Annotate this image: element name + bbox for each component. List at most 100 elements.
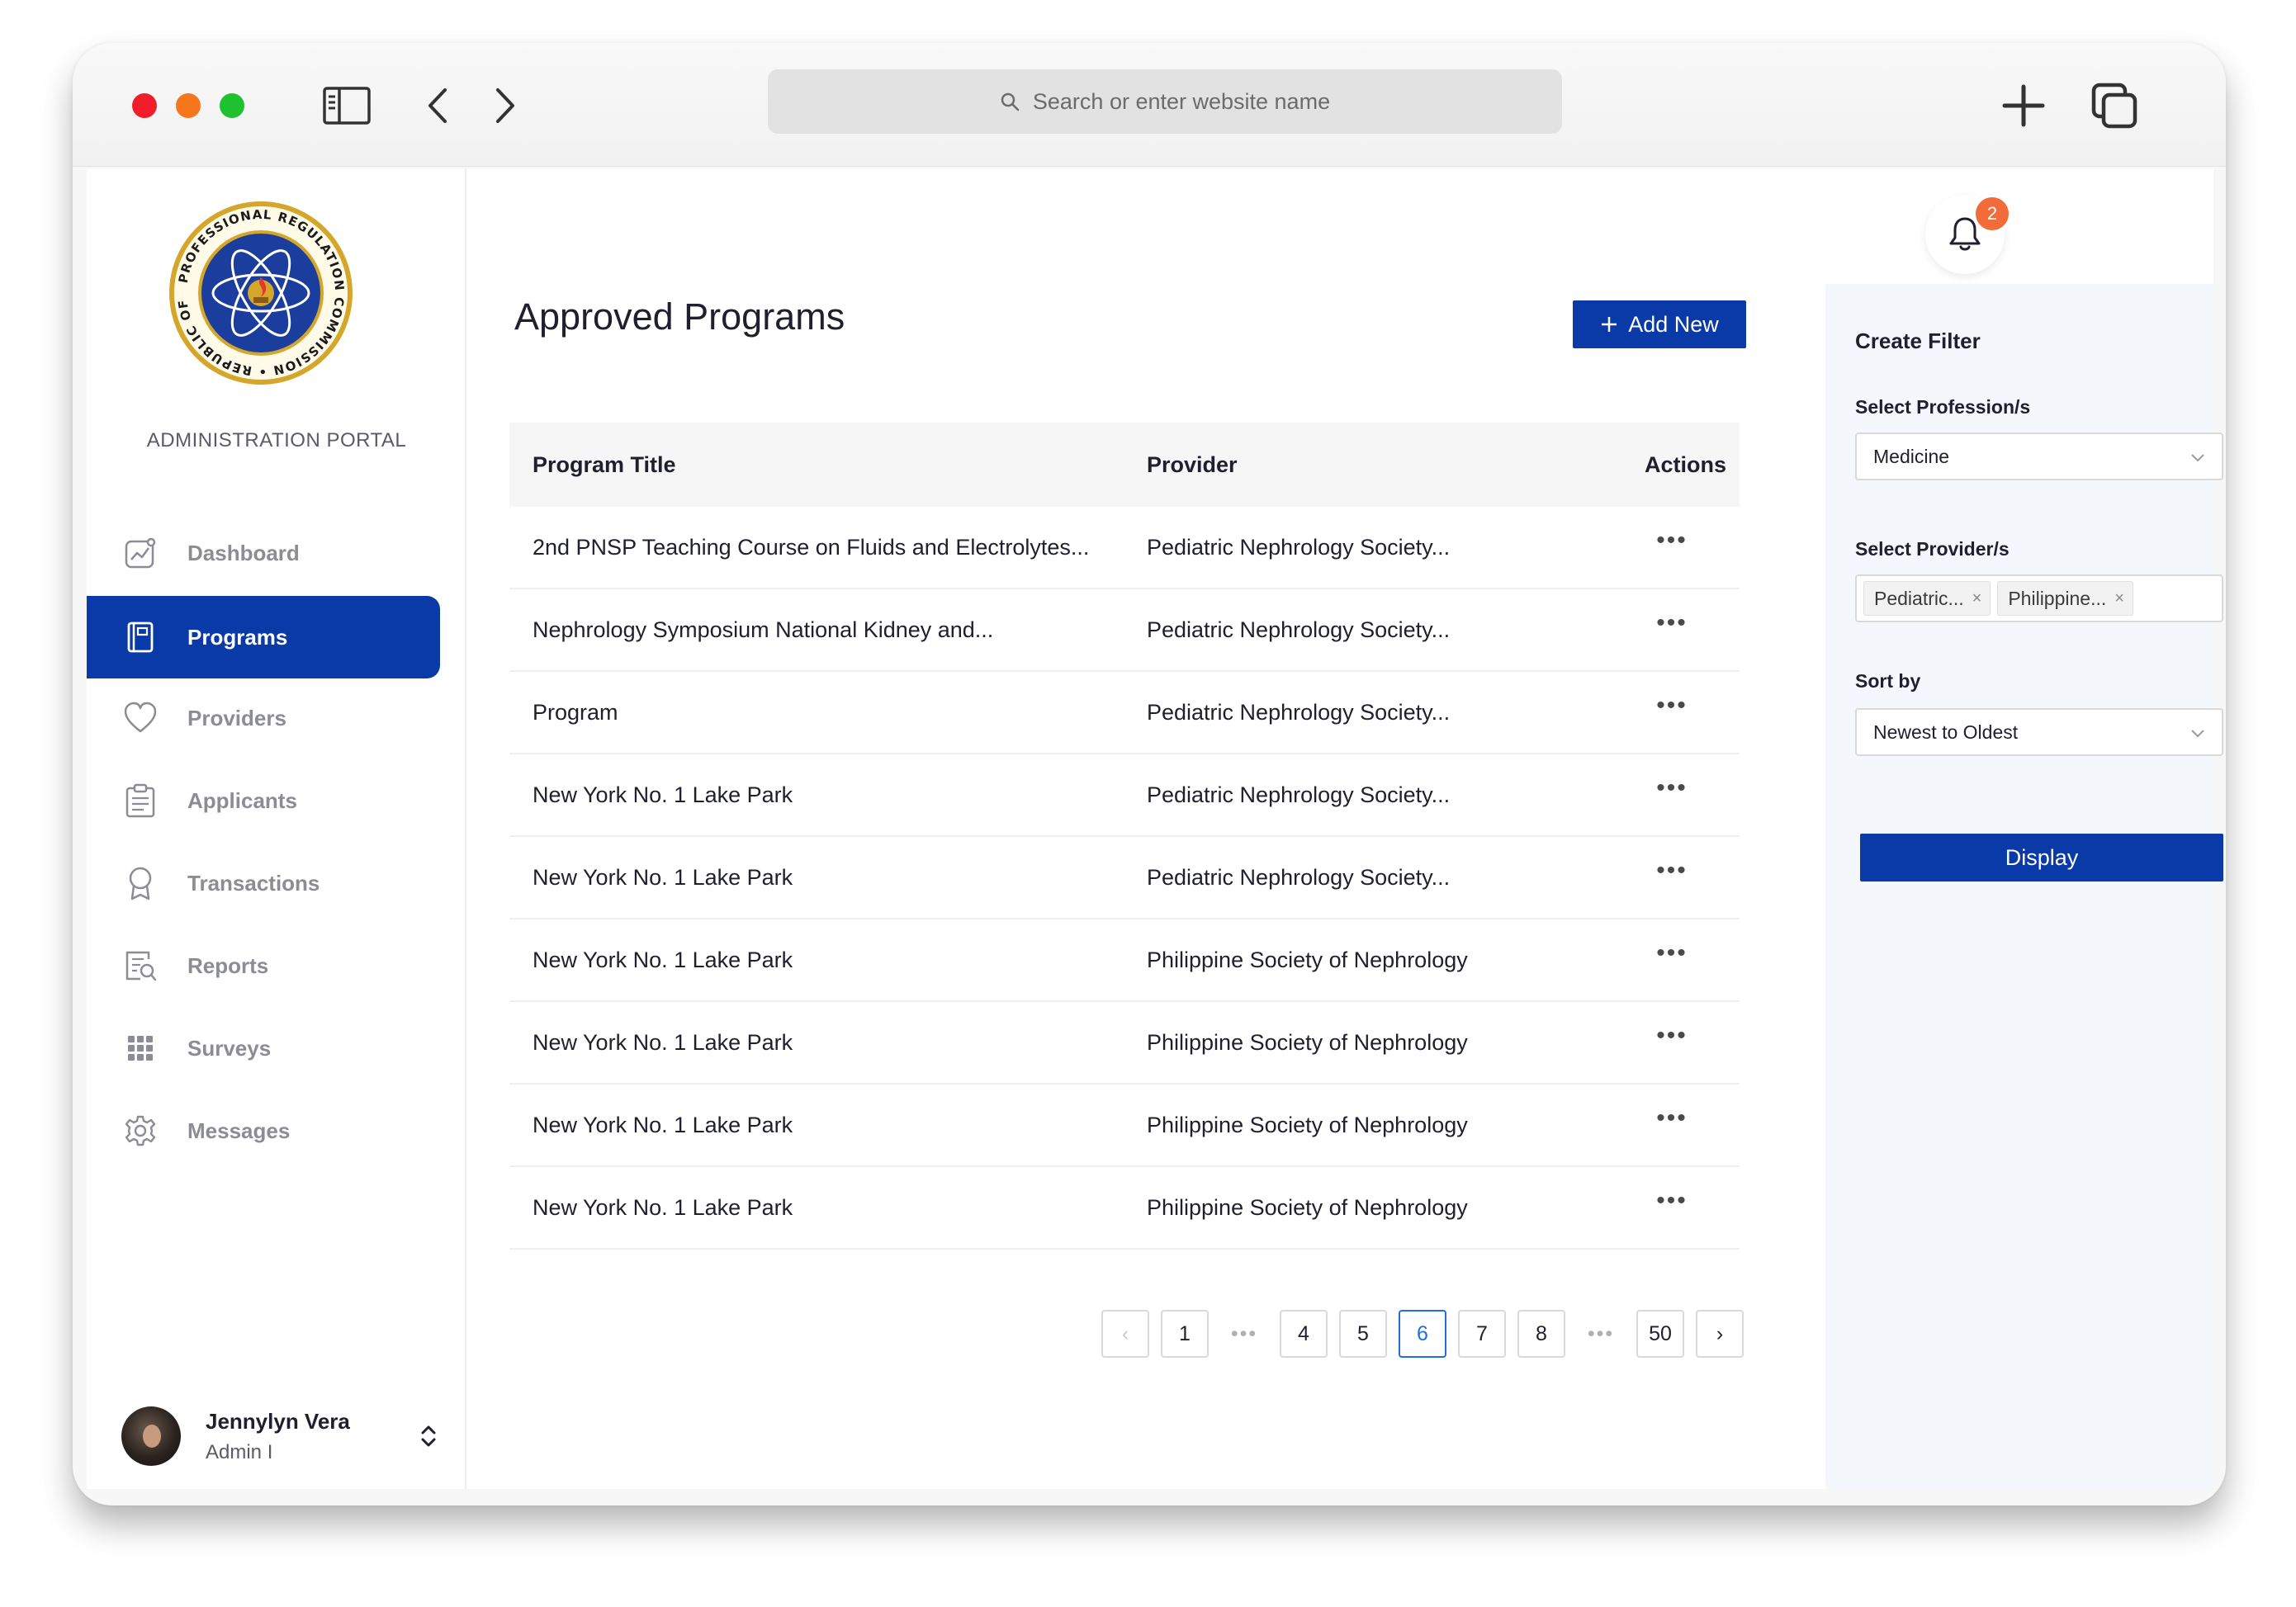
actions-cell: ••• bbox=[1621, 611, 1740, 636]
browser-window: Search or enter website name PROFESSIONA… bbox=[73, 43, 2226, 1505]
page-button-6[interactable]: 6 bbox=[1399, 1310, 1446, 1358]
pagination-ellipsis[interactable]: ••• bbox=[1220, 1322, 1268, 1346]
minimize-window-button[interactable] bbox=[176, 93, 201, 118]
provider-cell: Pediatric Nephrology Society... bbox=[1147, 617, 1451, 642]
remove-tag-icon[interactable]: × bbox=[2114, 589, 2124, 608]
provider-cell: Philippine Society of Nephrology bbox=[1147, 1112, 1468, 1137]
provider-tag: Philippine... × bbox=[1997, 581, 2133, 616]
provider-cell: Pediatric Nephrology Society... bbox=[1147, 864, 1451, 890]
maximize-window-button[interactable] bbox=[220, 93, 244, 118]
chevron-down-icon bbox=[2191, 730, 2204, 738]
add-new-button[interactable]: Add New bbox=[1573, 300, 1746, 348]
profession-select[interactable]: Medicine bbox=[1855, 432, 2223, 480]
chart-icon bbox=[123, 536, 158, 570]
program-title-cell: Nephrology Symposium National Kidney and… bbox=[533, 617, 994, 642]
provider-cell: Philippine Society of Nephrology bbox=[1147, 1029, 1468, 1055]
provider-multiselect[interactable]: Pediatric... × Philippine... × bbox=[1855, 574, 2223, 622]
table-row[interactable]: New York No. 1 Lake Park Pediatric Nephro… bbox=[509, 837, 1740, 919]
actions-cell: ••• bbox=[1621, 1189, 1740, 1213]
table-row[interactable]: New York No. 1 Lake Park Philippine Socie… bbox=[509, 919, 1740, 1002]
sidebar-item-label: Dashboard bbox=[187, 540, 300, 565]
heart-icon bbox=[123, 701, 158, 735]
prev-page-button[interactable]: ‹ bbox=[1101, 1310, 1149, 1358]
book-icon bbox=[123, 620, 158, 655]
actions-cell: ••• bbox=[1621, 858, 1740, 883]
sidebar-item-label: Messages bbox=[187, 1118, 291, 1143]
program-title-cell: New York No. 1 Lake Park bbox=[533, 782, 793, 807]
new-tab-plus-icon[interactable] bbox=[1999, 81, 2048, 130]
page-content: PROFESSIONAL REGULATION COMMISSION • REP… bbox=[87, 168, 2223, 1489]
page-button-8[interactable]: 8 bbox=[1517, 1310, 1565, 1358]
sidebar-item-reports[interactable]: Reports bbox=[87, 924, 440, 1007]
sidebar-item-label: Providers bbox=[187, 705, 286, 730]
report-icon bbox=[123, 948, 158, 983]
sidebar-item-programs[interactable]: Programs bbox=[87, 596, 440, 678]
more-actions-icon[interactable]: ••• bbox=[1656, 611, 1688, 636]
display-button[interactable]: Display bbox=[1860, 834, 2223, 881]
address-bar[interactable]: Search or enter website name bbox=[768, 69, 1562, 134]
more-actions-icon[interactable]: ••• bbox=[1656, 858, 1688, 883]
clipboard-icon bbox=[123, 783, 158, 818]
prc-seal-logo: PROFESSIONAL REGULATION COMMISSION • REP… bbox=[162, 188, 354, 386]
sidebar-item-applicants[interactable]: Applicants bbox=[87, 759, 440, 842]
user-profile[interactable]: Jennylyn Vera Admin I bbox=[121, 1403, 443, 1469]
more-actions-icon[interactable]: ••• bbox=[1656, 941, 1688, 966]
program-title-cell: Program bbox=[533, 699, 618, 725]
sidebar-toggle-icon[interactable] bbox=[322, 81, 372, 130]
actions-cell: ••• bbox=[1621, 776, 1740, 801]
sidebar-item-label: Programs bbox=[187, 624, 288, 650]
more-actions-icon[interactable]: ••• bbox=[1656, 1189, 1688, 1213]
sort-label: Sort by bbox=[1855, 670, 1921, 692]
user-name: Jennylyn Vera bbox=[206, 1408, 350, 1434]
table-row[interactable]: New York No. 1 Lake Park Philippine Socie… bbox=[509, 1085, 1740, 1167]
table-row[interactable]: 2nd PNSP Teaching Course on Fluids and E… bbox=[509, 507, 1740, 589]
more-actions-icon[interactable]: ••• bbox=[1656, 528, 1688, 553]
notification-badge: 2 bbox=[1973, 195, 2011, 233]
more-actions-icon[interactable]: ••• bbox=[1656, 1106, 1688, 1131]
sort-select[interactable]: Newest to Oldest bbox=[1855, 708, 2223, 756]
more-actions-icon[interactable]: ••• bbox=[1656, 776, 1688, 801]
award-icon bbox=[123, 866, 158, 900]
back-arrow-icon[interactable] bbox=[413, 81, 462, 130]
program-title-cell: 2nd PNSP Teaching Course on Fluids and E… bbox=[533, 534, 1090, 560]
table-row[interactable]: New York No. 1 Lake Park Pediatric Nephro… bbox=[509, 754, 1740, 837]
tabs-overview-icon[interactable] bbox=[2090, 81, 2139, 130]
table-row[interactable]: Program Pediatric Nephrology Society... ••… bbox=[509, 672, 1740, 754]
sidebar-item-surveys[interactable]: Surveys bbox=[87, 1007, 440, 1089]
more-actions-icon[interactable]: ••• bbox=[1656, 693, 1688, 718]
close-window-button[interactable] bbox=[132, 93, 157, 118]
sidebar-item-transactions[interactable]: Transactions bbox=[87, 842, 440, 924]
table-row[interactable]: New York No. 1 Lake Park Philippine Socie… bbox=[509, 1167, 1740, 1250]
actions-cell: ••• bbox=[1621, 941, 1740, 966]
table-row[interactable]: Nephrology Symposium National Kidney and… bbox=[509, 589, 1740, 672]
forward-arrow-icon[interactable] bbox=[481, 81, 530, 130]
sort-value: Newest to Oldest bbox=[1873, 721, 2019, 743]
page-button-50[interactable]: 50 bbox=[1636, 1310, 1684, 1358]
gear-icon bbox=[123, 1113, 158, 1148]
portal-title: ADMINISTRATION PORTAL bbox=[146, 429, 407, 451]
notification-button[interactable]: 2 bbox=[1925, 195, 2011, 274]
sidebar-item-label: Surveys bbox=[187, 1035, 272, 1061]
more-actions-icon[interactable]: ••• bbox=[1656, 1023, 1688, 1048]
sidebar-item-label: Transactions bbox=[187, 870, 320, 896]
page-button-5[interactable]: 5 bbox=[1339, 1310, 1387, 1358]
page-button-1[interactable]: 1 bbox=[1161, 1310, 1209, 1358]
provider-cell: Philippine Society of Nephrology bbox=[1147, 947, 1468, 972]
sidebar-item-dashboard[interactable]: Dashboard bbox=[87, 512, 440, 594]
table-row[interactable]: New York No. 1 Lake Park Philippine Socie… bbox=[509, 1002, 1740, 1085]
chevron-up-down-icon[interactable] bbox=[414, 1421, 443, 1451]
sidebar-item-messages[interactable]: Messages bbox=[87, 1089, 440, 1172]
provider-cell: Pediatric Nephrology Society... bbox=[1147, 534, 1451, 560]
sidebar-item-providers[interactable]: Providers bbox=[87, 677, 440, 759]
provider-cell: Pediatric Nephrology Society... bbox=[1147, 699, 1451, 725]
page-button-7[interactable]: 7 bbox=[1458, 1310, 1506, 1358]
plus-icon bbox=[1602, 317, 1617, 332]
page-button-4[interactable]: 4 bbox=[1280, 1310, 1328, 1358]
filter-panel: Create Filter Select Profession/s Medici… bbox=[1825, 284, 2223, 1489]
programs-table: Program Title Provider Actions 2nd PNSP … bbox=[509, 423, 1740, 1250]
remove-tag-icon[interactable]: × bbox=[1972, 589, 1982, 608]
pagination-ellipsis[interactable]: ••• bbox=[1577, 1322, 1625, 1346]
filter-title: Create Filter bbox=[1855, 328, 1981, 353]
actions-cell: ••• bbox=[1621, 1023, 1740, 1048]
next-page-button[interactable]: › bbox=[1696, 1310, 1744, 1358]
